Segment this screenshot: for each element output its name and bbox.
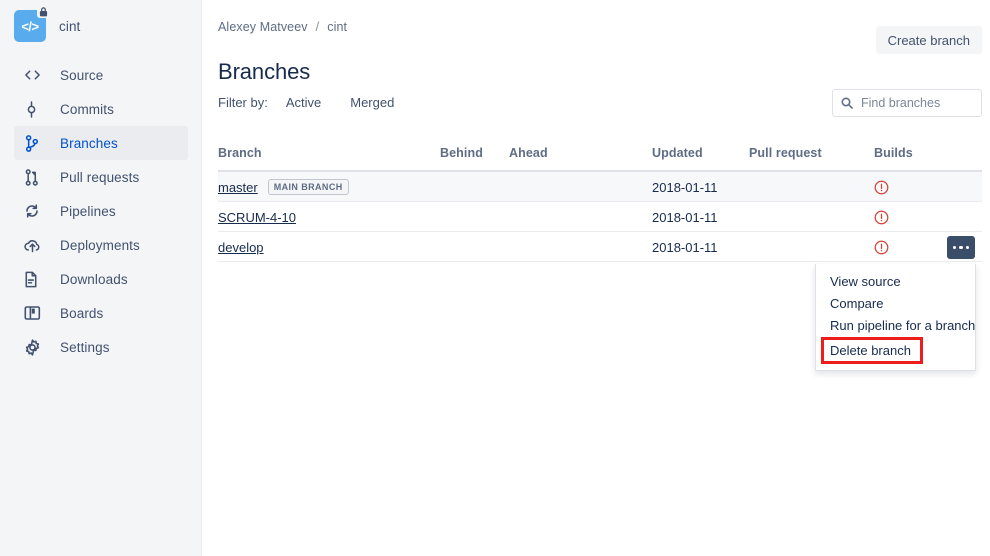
menu-item-delete-branch[interactable]: Delete branch <box>821 337 923 364</box>
sidebar-item-branches[interactable]: Branches <box>14 126 188 160</box>
table-row[interactable]: master MAIN BRANCH 2018-01-11 <box>218 172 982 202</box>
main-branch-badge: MAIN BRANCH <box>267 179 349 195</box>
table-row[interactable]: SCRUM-4-10 2018-01-11 <box>218 202 982 232</box>
builds-cell[interactable] <box>874 202 889 232</box>
sidebar: </> cint Source Commits Branches Pull re… <box>0 0 202 556</box>
branch-cell: master MAIN BRANCH <box>218 172 349 202</box>
commits-icon <box>24 99 48 119</box>
updated-cell: 2018-01-11 <box>652 179 718 195</box>
filter-by-label: Filter by: <box>218 95 268 110</box>
sidebar-item-pipelines[interactable]: Pipelines <box>14 194 188 228</box>
table-header-row: Branch Behind Ahead Updated Pull request… <box>218 146 982 172</box>
sidebar-item-boards[interactable]: Boards <box>14 296 188 330</box>
sidebar-item-label: Downloads <box>60 271 128 287</box>
sidebar-item-label: Deployments <box>60 237 140 253</box>
pull-request-icon <box>24 167 48 187</box>
sidebar-item-label: Settings <box>60 339 110 355</box>
menu-item-compare[interactable]: Compare <box>816 292 975 314</box>
sidebar-nav: Source Commits Branches Pull requests Pi… <box>0 58 202 364</box>
column-header-behind: Behind <box>440 146 483 160</box>
ellipsis-icon <box>953 245 957 250</box>
table-row[interactable]: develop 2018-01-11 <box>218 232 982 262</box>
create-branch-button[interactable]: Create branch <box>875 26 982 54</box>
column-header-pull-request: Pull request <box>749 146 822 160</box>
repository-header[interactable]: </> cint <box>14 5 81 42</box>
source-code-icon <box>24 65 48 85</box>
updated-cell: 2018-01-11 <box>652 239 718 255</box>
error-circle-icon <box>874 210 889 225</box>
builds-cell[interactable] <box>874 172 889 202</box>
ellipsis-icon <box>959 245 963 250</box>
menu-item-run-pipeline[interactable]: Run pipeline for a branch <box>816 314 975 336</box>
sidebar-item-label: Source <box>60 67 104 83</box>
branches-table: Branch Behind Ahead Updated Pull request… <box>218 146 982 262</box>
sidebar-item-label: Pull requests <box>60 169 140 185</box>
breadcrumb-repo[interactable]: cint <box>327 20 347 34</box>
error-circle-icon <box>874 180 889 195</box>
menu-item-view-source[interactable]: View source <box>816 270 975 292</box>
sidebar-item-label: Branches <box>60 135 118 151</box>
repository-avatar: </> <box>14 5 50 42</box>
column-header-updated: Updated <box>652 146 703 160</box>
code-icon: </> <box>21 18 39 34</box>
filter-tab-merged[interactable]: Merged <box>350 95 394 110</box>
sidebar-item-label: Boards <box>60 305 104 321</box>
search-icon <box>841 97 853 109</box>
downloads-icon <box>24 269 48 289</box>
sidebar-item-deployments[interactable]: Deployments <box>14 228 188 262</box>
branch-link[interactable]: develop <box>218 240 264 255</box>
lock-icon <box>37 5 50 18</box>
column-header-builds: Builds <box>874 146 913 160</box>
breadcrumb-owner[interactable]: Alexey Matveev <box>218 20 308 34</box>
sidebar-item-source[interactable]: Source <box>14 58 188 92</box>
breadcrumb: Alexey Matveev / cint <box>218 20 347 34</box>
sidebar-item-downloads[interactable]: Downloads <box>14 262 188 296</box>
search-input[interactable] <box>859 95 979 111</box>
ellipsis-icon <box>965 245 969 250</box>
deployments-icon <box>24 235 48 255</box>
error-circle-icon <box>874 240 889 255</box>
branch-cell: SCRUM-4-10 <box>218 202 296 232</box>
builds-cell[interactable] <box>874 232 889 262</box>
sidebar-item-pull-requests[interactable]: Pull requests <box>14 160 188 194</box>
page-title: Branches <box>218 58 311 84</box>
breadcrumb-separator: / <box>315 20 320 34</box>
branch-link[interactable]: SCRUM-4-10 <box>218 210 296 225</box>
sidebar-item-label: Commits <box>60 101 114 117</box>
search-branches-box[interactable] <box>832 89 982 117</box>
branch-actions-menu: View source Compare Run pipeline for a b… <box>815 264 976 371</box>
filter-bar: Filter by: Active Merged <box>218 95 423 110</box>
bitbucket-branches-page: </> cint Source Commits Branches Pull re… <box>0 0 990 556</box>
sidebar-item-commits[interactable]: Commits <box>14 92 188 126</box>
column-header-branch: Branch <box>218 146 262 160</box>
sidebar-item-settings[interactable]: Settings <box>14 330 188 364</box>
sidebar-item-label: Pipelines <box>60 203 116 219</box>
updated-cell: 2018-01-11 <box>652 209 718 225</box>
pipelines-icon <box>24 201 48 221</box>
repository-name: cint <box>59 18 81 34</box>
settings-gear-icon <box>24 337 48 357</box>
branches-icon <box>24 133 48 153</box>
column-header-ahead: Ahead <box>509 146 548 160</box>
branch-cell: develop <box>218 232 264 262</box>
row-actions-ellipsis-button[interactable] <box>947 236 975 259</box>
branch-link[interactable]: master <box>218 180 258 195</box>
boards-icon <box>24 303 48 323</box>
filter-tab-active[interactable]: Active <box>286 95 321 110</box>
